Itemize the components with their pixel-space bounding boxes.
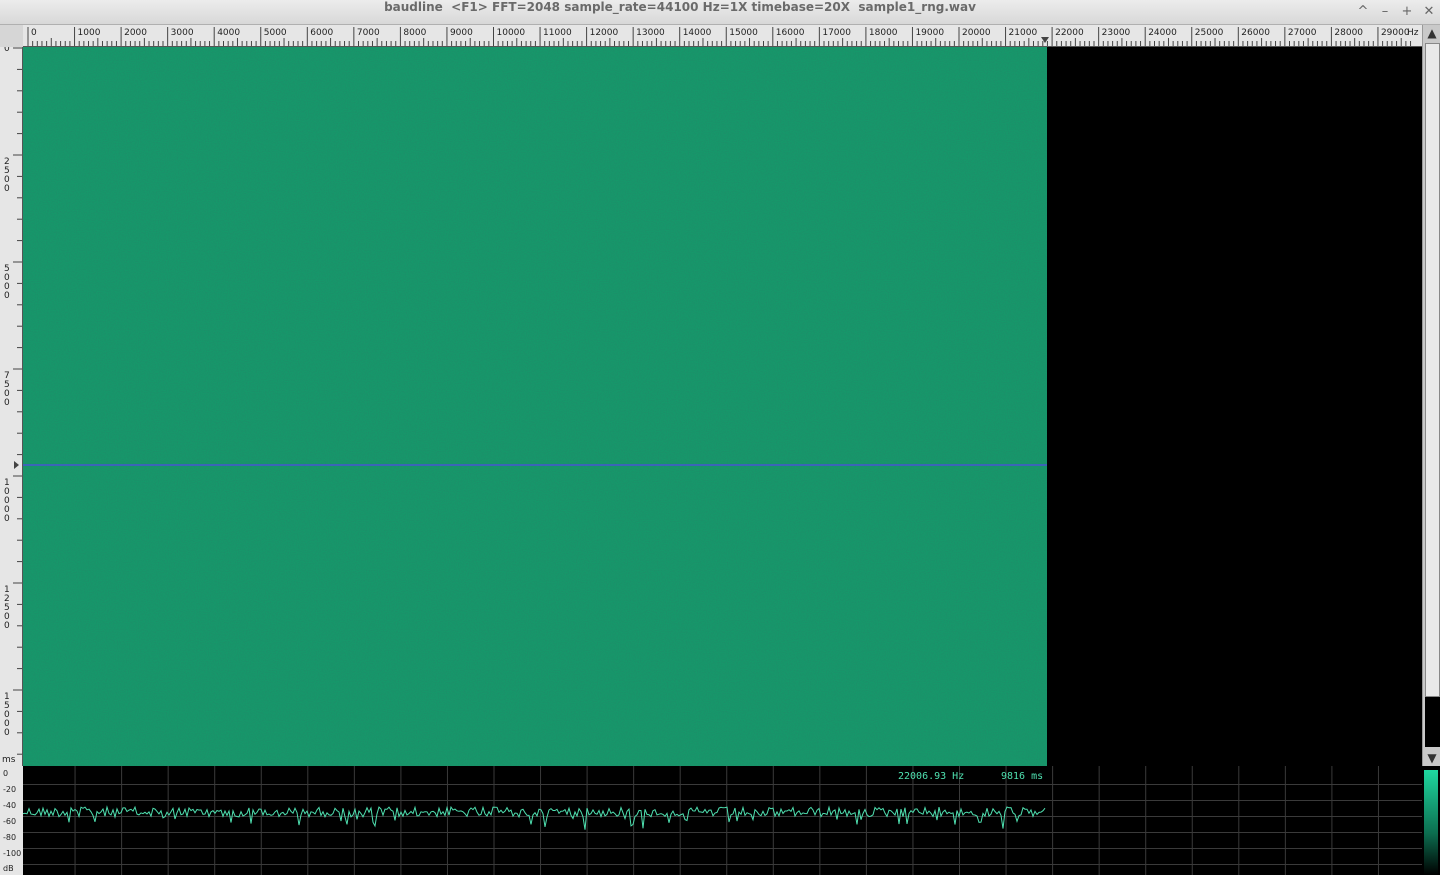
freq-tick-label: 4000 <box>217 28 240 38</box>
svg-text:0: 0 <box>4 514 10 524</box>
freq-tick-label: 1000 <box>78 28 101 38</box>
window-title: baudline <F1> FFT=2048 sample_rate=44100… <box>384 0 976 14</box>
freq-tick-label: 8000 <box>403 28 426 38</box>
time-tick-label: 0 <box>4 47 10 54</box>
freq-tick-label: 27000 <box>1288 28 1317 38</box>
time-cursor-marker-icon[interactable] <box>14 461 19 469</box>
time-tick-label: 15000 <box>4 692 10 738</box>
freq-tick-label: 23000 <box>1102 28 1131 38</box>
time-tick-label: 7500 <box>4 371 10 408</box>
spectrum-plot[interactable] <box>23 766 1422 875</box>
svg-text:0: 0 <box>4 398 10 408</box>
title-bar: baudline <F1> FFT=2048 sample_rate=44100… <box>0 0 1440 25</box>
freq-tick-label: 19000 <box>915 28 944 38</box>
spectrogram-display[interactable] <box>23 47 1047 766</box>
svg-text:0: 0 <box>4 184 10 194</box>
svg-text:0: 0 <box>4 47 10 54</box>
spectrogram-texture <box>23 47 1047 766</box>
time-cursor-line[interactable] <box>23 464 1047 466</box>
db-axis: 0 -20 -40 -60 -80 -100 dB <box>0 766 23 875</box>
time-tick-label: 10000 <box>4 478 10 524</box>
freq-tick-label: 16000 <box>776 28 805 38</box>
freq-tick-label: 11000 <box>543 28 572 38</box>
maximize-button[interactable]: + <box>1398 3 1416 21</box>
freq-tick-label: 3000 <box>171 28 194 38</box>
freq-tick-label: 7000 <box>357 28 380 38</box>
freq-tick-label: 9000 <box>450 28 473 38</box>
db-unit: dB <box>3 864 14 873</box>
freq-tick-label: 13000 <box>636 28 665 38</box>
scroll-thumb[interactable] <box>1425 697 1440 747</box>
minimize-button[interactable]: – <box>1376 3 1394 21</box>
svg-text:0: 0 <box>4 621 10 631</box>
freq-tick-label: 26000 <box>1241 28 1270 38</box>
freq-tick-label: 20000 <box>962 28 991 38</box>
freq-tick-label: 14000 <box>683 28 712 38</box>
scroll-down-arrow-icon[interactable]: ▼ <box>1424 750 1440 766</box>
empty-display-area <box>1047 47 1422 766</box>
shade-button[interactable]: ^ <box>1354 3 1372 21</box>
spectrum-trace <box>23 805 1046 830</box>
db-tick: -60 <box>3 817 17 826</box>
freq-tick-label: 0 <box>31 28 37 38</box>
freq-tick-label: 18000 <box>869 28 898 38</box>
spectrum-panel: 0 -20 -40 -60 -80 -100 dB 22006.93 Hz 98… <box>0 766 1440 875</box>
db-tick: -80 <box>3 833 17 842</box>
time-tick-label: 12500 <box>4 585 10 631</box>
freq-tick-label: 22000 <box>1055 28 1084 38</box>
vertical-scrollbar[interactable]: ▲ ▼ <box>1422 25 1440 766</box>
freq-unit-label: Hz <box>1407 28 1419 38</box>
frequency-ruler[interactable]: 0 1000 2000 3000 4000 5000 6000 7000 8000 9000 100… <box>23 25 1422 47</box>
freq-tick-label: 12000 <box>590 28 619 38</box>
db-tick: -20 <box>3 785 17 794</box>
freq-tick-label: 25000 <box>1195 28 1224 38</box>
freq-tick-label: 10000 <box>497 28 526 38</box>
db-tick: -100 <box>3 849 22 858</box>
freq-tick-label: 2000 <box>124 28 147 38</box>
freq-tick-label: 6000 <box>310 28 333 38</box>
freq-tick-label: 21000 <box>1009 28 1038 38</box>
freq-tick-label: 15000 <box>729 28 758 38</box>
svg-text:0: 0 <box>4 728 10 738</box>
db-tick: 0 <box>3 769 9 778</box>
freq-tick-label: 29000 <box>1381 28 1410 38</box>
time-readout: 9816 ms <box>1001 771 1044 782</box>
color-aperture-bar[interactable] <box>1424 770 1438 875</box>
scroll-track[interactable] <box>1425 43 1440 697</box>
time-tick-label: 2500 <box>4 157 10 194</box>
freq-tick-label: 17000 <box>822 28 851 38</box>
frequency-readout: 22006.93 Hz <box>898 771 965 782</box>
db-tick: -40 <box>3 801 17 810</box>
scroll-up-arrow-icon[interactable]: ▲ <box>1424 25 1440 41</box>
svg-text:0: 0 <box>4 291 10 301</box>
time-unit-label: ms <box>2 755 16 765</box>
close-button[interactable]: ✕ <box>1420 3 1438 21</box>
time-ruler[interactable]: 0250050007500100001250015000ms <box>0 47 23 766</box>
freq-tick-label: 24000 <box>1148 28 1177 38</box>
freq-tick-label: 5000 <box>264 28 287 38</box>
time-tick-label: 5000 <box>4 264 10 301</box>
freq-tick-label: 28000 <box>1334 28 1363 38</box>
